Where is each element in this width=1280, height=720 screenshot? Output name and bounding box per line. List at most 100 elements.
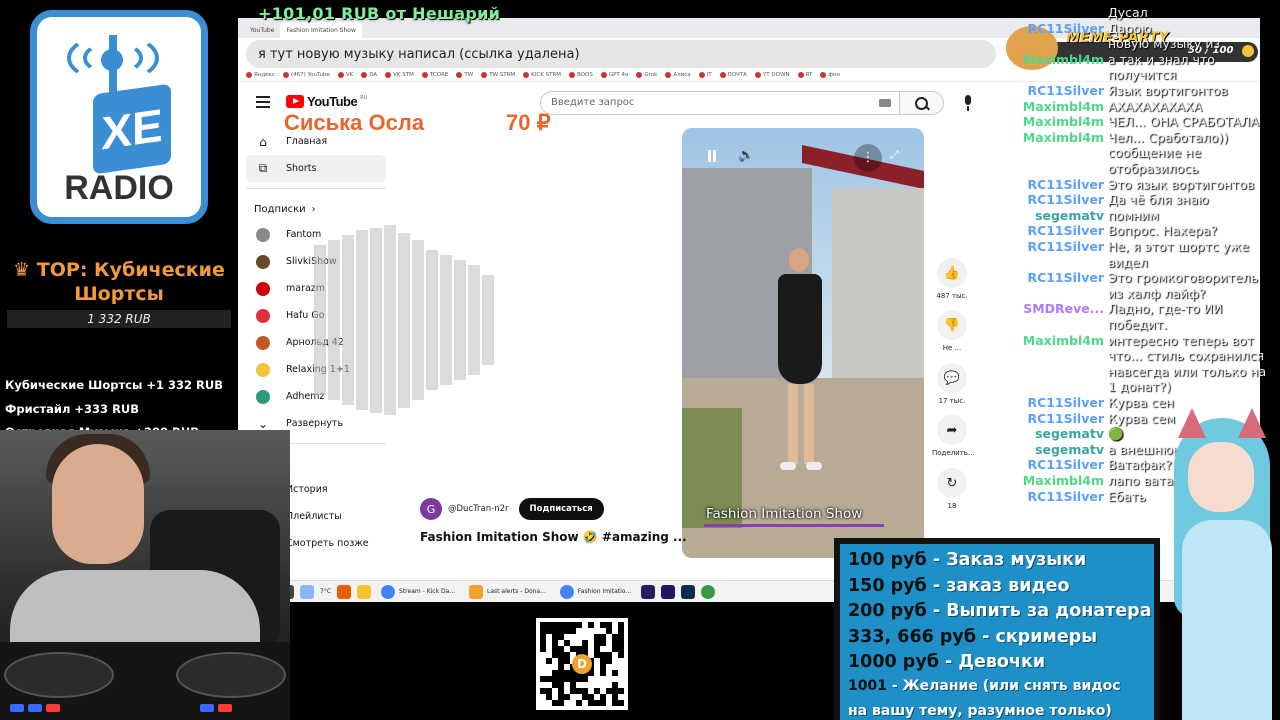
chat-username: Maximbl4m — [1022, 114, 1104, 130]
microphone-icon[interactable] — [958, 93, 978, 113]
action-remix[interactable]: ↻ 18 — [932, 468, 972, 510]
chat-text: Да чё бля знаю — [1108, 192, 1209, 208]
bookmark-label: Алиса — [673, 71, 691, 78]
taskbar-app-chrome[interactable]: Stream - Kick Da... — [377, 584, 459, 599]
donor-entry: Кубические Шортсы +1 332 RUB — [5, 378, 223, 392]
bookmark-item[interactable]: Яндекс — [246, 71, 275, 78]
bookmark-item[interactable]: DA — [361, 71, 377, 78]
taskbar-app-donation[interactable]: Last alerts - Dona... — [465, 584, 550, 599]
search-button[interactable] — [900, 91, 944, 115]
channel-avatar[interactable]: G — [420, 498, 442, 520]
bookmark-item[interactable]: KICK STRM — [523, 71, 561, 78]
bookmark-item[interactable]: Grok — [636, 71, 658, 78]
chat-username: Maximbl4m — [1022, 98, 1104, 114]
channel-name[interactable]: @DucTran-n2r — [448, 504, 509, 514]
bookmark-item[interactable]: фон — [820, 71, 840, 78]
streamer-face — [52, 444, 144, 564]
bookmark-label: VK STM — [393, 71, 414, 78]
price-row: 150 руб - заказ видео — [848, 576, 1070, 596]
chat-text: получится — [1108, 67, 1177, 83]
bookmark-item[interactable]: GPT 4o — [600, 71, 628, 78]
bookmark-label: BOOS — [577, 71, 593, 78]
bookmark-item[interactable]: ПОЧТА — [719, 71, 747, 78]
taskbar-app-label: Fashion Imitatio... — [577, 588, 632, 595]
bookmark-item[interactable]: TCORE — [421, 71, 449, 78]
action-dislike[interactable]: 👎 Не ... — [932, 310, 972, 352]
volume-icon[interactable]: 🔊 — [738, 148, 754, 164]
donation-qr-code: D — [536, 618, 628, 710]
tab-fashion-show[interactable]: Fashion Imitation Show — [280, 22, 362, 38]
chat-username: RC11Silver — [1027, 270, 1104, 286]
photoshop-icon[interactable] — [681, 584, 696, 599]
bookmark-icon — [523, 71, 530, 78]
weather-icon[interactable] — [300, 584, 314, 599]
bookmark-item[interactable]: TW STRM — [481, 71, 515, 78]
globe-icon[interactable] — [701, 584, 716, 599]
visualizer-bar — [370, 227, 382, 413]
more-options-icon[interactable]: ⋮ — [854, 144, 882, 172]
avatar — [256, 362, 270, 377]
video-title[interactable]: Fashion Imitation Show 🤣 #amazing ... — [420, 530, 687, 544]
hamburger-menu-icon[interactable] — [256, 96, 270, 108]
price-row: 100 руб - Заказ музыки — [848, 550, 1086, 570]
folder-icon[interactable] — [357, 584, 372, 599]
bookmark-label: ПОЧТА — [727, 71, 747, 78]
audition-icon[interactable] — [661, 584, 676, 599]
price-amount: 333, 666 руб — [848, 626, 977, 647]
bookmark-icon — [421, 71, 428, 78]
price-amount: 100 руб — [848, 550, 927, 570]
action-like[interactable]: 👍 487 тыс. — [932, 258, 972, 300]
chat-username: RC11Silver — [1027, 410, 1104, 426]
youtube-logo-region: RU — [360, 94, 368, 101]
action-comment[interactable]: 💬 17 тыс. — [932, 363, 972, 405]
chat-text: АХАХАХАХАХА — [1108, 98, 1203, 114]
bookmark-item[interactable]: VK STM — [385, 71, 414, 78]
bookmark-icon — [665, 71, 672, 78]
comment-icon: 💬 — [937, 363, 967, 393]
chat-text: Это язык вортигонтов — [1108, 176, 1255, 192]
bookmark-item[interactable]: RT — [797, 71, 812, 78]
bookmark-label: Grok — [644, 71, 658, 78]
search-input[interactable]: Введите запрос — [540, 91, 900, 115]
chat-text: Это громкоговоритель — [1108, 270, 1259, 286]
pad — [46, 704, 60, 712]
sidebar-item-shorts[interactable]: ⧉ Shorts — [246, 155, 386, 182]
firefox-icon[interactable] — [337, 584, 352, 599]
bookmark-label: TW — [464, 71, 474, 78]
bookmark-item[interactable]: Алиса — [665, 71, 691, 78]
shorts-video-player[interactable]: 🔊 ⋮ ⤢ Fashion Imitation Show — [682, 128, 924, 558]
subscribe-button[interactable]: Подписаться — [518, 498, 604, 520]
bookmark-label: TCORE — [429, 71, 449, 78]
chat-username: RC11Silver — [1027, 488, 1104, 504]
bookmark-item[interactable]: (467) YouTube — [282, 71, 330, 78]
pause-icon[interactable] — [706, 150, 718, 162]
video-caption: Fashion Imitation Show — [706, 506, 863, 522]
progress-bar[interactable] — [704, 524, 884, 527]
action-share[interactable]: ➦ Поделить... — [932, 415, 975, 457]
premiere-icon[interactable] — [641, 584, 656, 599]
fullscreen-icon[interactable]: ⤢ — [890, 148, 904, 162]
keyboard-icon[interactable] — [879, 99, 891, 107]
bookmark-item[interactable]: YT DOWN — [754, 71, 790, 78]
sidebar-item-label: Смотреть позже — [286, 538, 369, 549]
bookmark-icon — [361, 71, 368, 78]
price-description: - Выпить за донатера — [926, 601, 1152, 621]
bookmark-item[interactable]: IT — [698, 71, 712, 78]
visualizer-bar — [468, 265, 480, 375]
chat-username: RC11Silver — [1027, 239, 1104, 254]
bookmark-item[interactable]: BOOS — [569, 71, 593, 78]
chat-username: Maximbl4m — [1022, 51, 1104, 67]
youtube-logo[interactable]: YouTube RU — [286, 94, 367, 109]
youtube-logo-text: YouTube — [307, 94, 358, 109]
taskbar-app-chrome-2[interactable]: Fashion Imitatio... — [556, 584, 635, 599]
top-donor-panel: ♛ TOP: Кубические Шортсы 1 332 RUB — [0, 258, 238, 328]
bookmark-icon — [456, 71, 463, 78]
promo-price: 70 ₽ — [506, 110, 551, 135]
chat-username: RC11Silver — [1027, 192, 1104, 208]
bookmark-item[interactable]: VK — [337, 71, 353, 78]
avatar — [256, 254, 270, 269]
bookmark-item[interactable]: TW — [456, 71, 474, 78]
subscriptions-header[interactable]: Подписки › — [246, 197, 386, 221]
mascot-face — [1188, 442, 1254, 512]
tab-youtube[interactable]: YouTube — [244, 22, 280, 38]
